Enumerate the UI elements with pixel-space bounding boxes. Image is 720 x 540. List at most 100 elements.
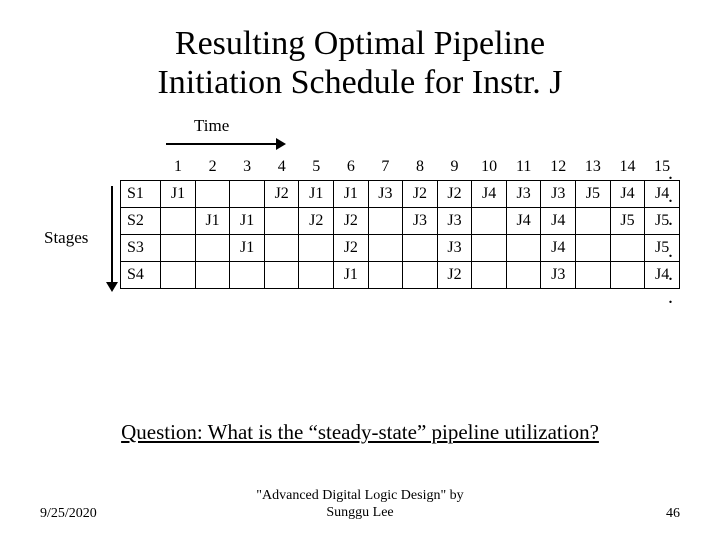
time-col: 4 bbox=[264, 156, 299, 181]
cell bbox=[610, 235, 645, 262]
cell: J4 bbox=[610, 181, 645, 208]
cell: J2 bbox=[437, 181, 472, 208]
cell bbox=[472, 208, 507, 235]
cell: J5 bbox=[645, 208, 680, 235]
cell: J2 bbox=[437, 262, 472, 289]
cell: J4 bbox=[645, 181, 680, 208]
time-col: 3 bbox=[230, 156, 265, 181]
cell: J5 bbox=[645, 235, 680, 262]
slide: Resulting Optimal Pipeline Initiation Sc… bbox=[0, 0, 720, 540]
cell bbox=[264, 262, 299, 289]
cell bbox=[403, 235, 438, 262]
question-text: Question: What is the “steady-state” pip… bbox=[0, 420, 720, 445]
cell bbox=[472, 262, 507, 289]
cell: J4 bbox=[506, 208, 541, 235]
footer-page: 46 bbox=[590, 506, 680, 522]
footer-date: 9/25/2020 bbox=[40, 506, 130, 522]
time-col: 15 bbox=[645, 156, 680, 181]
cell: J5 bbox=[610, 208, 645, 235]
cell bbox=[264, 235, 299, 262]
cell: J4 bbox=[645, 262, 680, 289]
cell bbox=[230, 262, 265, 289]
cell: J1 bbox=[334, 262, 369, 289]
cell: J1 bbox=[334, 181, 369, 208]
cell: J3 bbox=[541, 181, 576, 208]
cell bbox=[368, 208, 403, 235]
cell: J4 bbox=[541, 235, 576, 262]
cell: J3 bbox=[506, 181, 541, 208]
stage-label: S4 bbox=[121, 262, 161, 289]
cell bbox=[576, 235, 611, 262]
cell bbox=[472, 235, 507, 262]
time-header-row: 1 2 3 4 5 6 7 8 9 10 11 12 13 14 15 bbox=[121, 156, 680, 181]
time-axis-label: Time bbox=[194, 116, 229, 136]
title-line-1: Resulting Optimal Pipeline bbox=[175, 25, 545, 62]
cell bbox=[576, 208, 611, 235]
time-col: 12 bbox=[541, 156, 576, 181]
time-arrow-icon bbox=[166, 138, 286, 150]
stages-axis-label: Stages bbox=[44, 228, 88, 248]
cell bbox=[368, 235, 403, 262]
footer-credit: "Advanced Digital Logic Design" by Sungg… bbox=[130, 488, 590, 522]
time-col: 5 bbox=[299, 156, 334, 181]
cell bbox=[264, 208, 299, 235]
title-line-2: Initiation Schedule for Instr. J bbox=[157, 64, 562, 101]
stage-row: S1 J1 J2 J1 J1 J3 J2 J2 J4 J3 J3 J5 J4 J… bbox=[121, 181, 680, 208]
cell: J1 bbox=[195, 208, 230, 235]
time-col: 11 bbox=[506, 156, 541, 181]
time-col: 1 bbox=[161, 156, 196, 181]
time-col: 2 bbox=[195, 156, 230, 181]
stages-arrow-icon bbox=[106, 186, 118, 292]
cell bbox=[610, 262, 645, 289]
stage-label: S1 bbox=[121, 181, 161, 208]
cell bbox=[161, 208, 196, 235]
cell bbox=[195, 235, 230, 262]
cell: J2 bbox=[299, 208, 334, 235]
cell: J1 bbox=[161, 181, 196, 208]
time-col: 7 bbox=[368, 156, 403, 181]
cell: J2 bbox=[334, 235, 369, 262]
stage-row: S2 J1 J1 J2 J2 J3 J3 J4 J4 J5 J5 bbox=[121, 208, 680, 235]
footer-credit-line-1: "Advanced Digital Logic Design" by bbox=[256, 488, 463, 503]
cell: J3 bbox=[437, 208, 472, 235]
stage-label: S2 bbox=[121, 208, 161, 235]
cell: J1 bbox=[299, 181, 334, 208]
cell bbox=[299, 235, 334, 262]
stage-label: S3 bbox=[121, 235, 161, 262]
cell: J3 bbox=[437, 235, 472, 262]
cell: J3 bbox=[403, 208, 438, 235]
slide-title: Resulting Optimal Pipeline Initiation Sc… bbox=[40, 24, 680, 102]
time-col: 8 bbox=[403, 156, 438, 181]
cell bbox=[299, 262, 334, 289]
cell bbox=[368, 262, 403, 289]
time-col: 10 bbox=[472, 156, 507, 181]
stage-row: S3 J1 J2 J3 J4 J5 bbox=[121, 235, 680, 262]
cell bbox=[506, 262, 541, 289]
cell bbox=[195, 181, 230, 208]
stage-row: S4 J1 J2 J3 J4 bbox=[121, 262, 680, 289]
cell: J3 bbox=[541, 262, 576, 289]
cell: J4 bbox=[541, 208, 576, 235]
footer: 9/25/2020 "Advanced Digital Logic Design… bbox=[40, 488, 680, 522]
cell bbox=[230, 181, 265, 208]
cell bbox=[161, 262, 196, 289]
cell: J2 bbox=[403, 181, 438, 208]
time-col: 13 bbox=[576, 156, 611, 181]
pipeline-table: 1 2 3 4 5 6 7 8 9 10 11 12 13 14 15 bbox=[120, 156, 680, 289]
footer-credit-line-2: Sunggu Lee bbox=[326, 505, 393, 520]
cell bbox=[195, 262, 230, 289]
cell bbox=[576, 262, 611, 289]
time-col: 14 bbox=[610, 156, 645, 181]
cell: J3 bbox=[368, 181, 403, 208]
cell: J1 bbox=[230, 208, 265, 235]
time-col: 6 bbox=[334, 156, 369, 181]
time-col: 9 bbox=[437, 156, 472, 181]
cell: J1 bbox=[230, 235, 265, 262]
cell: J5 bbox=[576, 181, 611, 208]
cell bbox=[403, 262, 438, 289]
cell bbox=[161, 235, 196, 262]
corner-cell bbox=[121, 156, 161, 181]
cell: J2 bbox=[264, 181, 299, 208]
cell bbox=[506, 235, 541, 262]
cell: J4 bbox=[472, 181, 507, 208]
